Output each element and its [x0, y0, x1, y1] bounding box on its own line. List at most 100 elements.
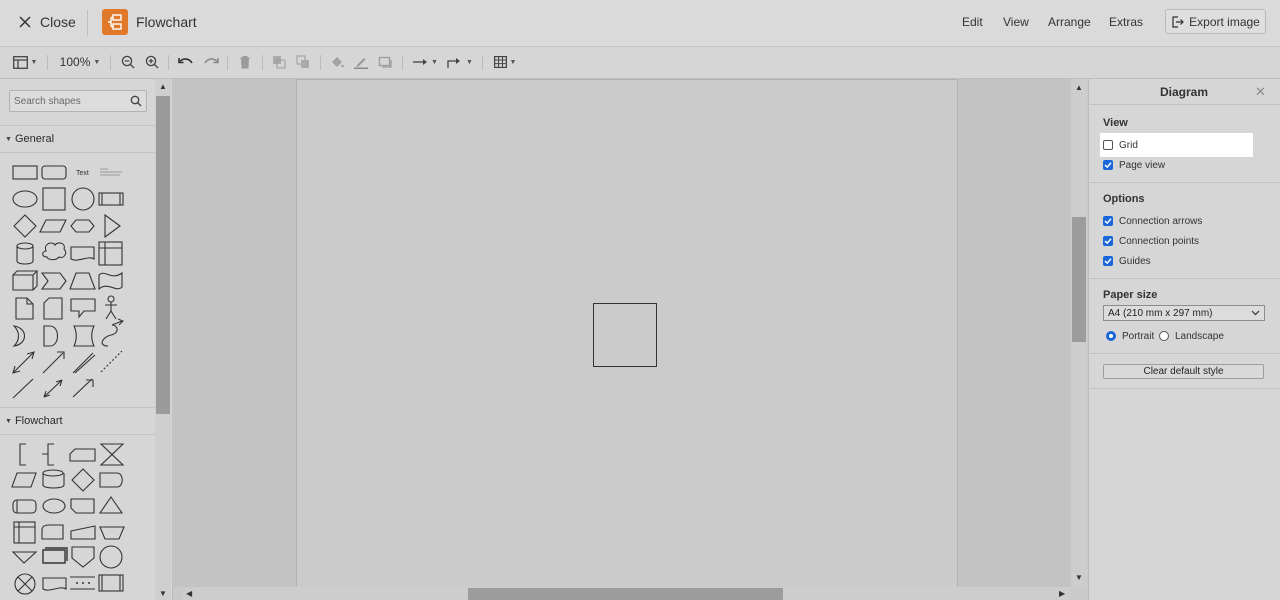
chevron-down-icon: ▼ — [509, 58, 517, 66]
paper-size-heading: Paper size — [1103, 289, 1158, 301]
export-icon — [1172, 15, 1184, 28]
zoom-in-icon — [145, 55, 159, 69]
undo-icon — [178, 58, 193, 64]
to-back-button[interactable] — [295, 52, 311, 72]
zoom-out-icon — [121, 55, 135, 69]
zoom-in-button[interactable] — [144, 52, 160, 72]
fill-color-button[interactable] — [329, 52, 345, 72]
connection-icon — [413, 59, 428, 65]
toolbar-divider — [262, 55, 263, 70]
page-view-label: Page view — [1119, 159, 1166, 171]
canvas-vertical-scrollbar-thumb[interactable] — [1072, 217, 1086, 342]
scroll-right-arrow-icon[interactable]: ▶ — [1059, 589, 1065, 598]
portrait-radio-row[interactable]: Portrait — [1106, 328, 1154, 344]
grid-label: Grid — [1119, 139, 1138, 151]
close-icon — [19, 16, 31, 28]
grid-checkbox[interactable] — [1103, 140, 1113, 150]
checkmark-icon — [1104, 258, 1112, 265]
export-image-button[interactable]: Export image — [1165, 9, 1266, 34]
connection-points-label: Connection points — [1119, 235, 1200, 247]
table-button[interactable]: ▼ — [491, 52, 519, 72]
text-shape-label[interactable]: Text — [76, 170, 89, 177]
line-color-icon — [354, 58, 368, 69]
page-view-checkbox-row[interactable]: Page view — [1103, 157, 1165, 173]
scroll-down-arrow-icon[interactable]: ▼ — [1075, 573, 1083, 582]
connection-points-checkbox-row[interactable]: Connection points — [1103, 233, 1199, 249]
shadow-button[interactable] — [377, 52, 393, 72]
chevron-down-icon — [1251, 310, 1260, 316]
collapse-triangle-icon: ▼ — [5, 417, 12, 425]
shadow-icon — [378, 56, 392, 68]
options-heading: Options — [1103, 193, 1145, 205]
menu-extras[interactable]: Extras — [1109, 15, 1143, 29]
landscape-radio-row[interactable]: Landscape — [1159, 328, 1224, 344]
toolbar-divider — [402, 55, 403, 70]
format-panel-toggle[interactable]: ▼ — [10, 52, 40, 72]
section-general-header[interactable]: ▼ General — [0, 125, 155, 153]
format-panel-title: Diagram — [1159, 85, 1209, 99]
section-flowchart-header[interactable]: ▼ Flowchart — [0, 407, 155, 435]
canvas-horizontal-scrollbar-thumb[interactable] — [468, 588, 783, 600]
rectangle-shape[interactable] — [593, 303, 657, 367]
checkmark-icon — [1104, 218, 1112, 225]
panel-divider — [1088, 278, 1280, 279]
menu-view[interactable]: View — [1003, 15, 1029, 29]
to-front-button[interactable] — [271, 52, 287, 72]
zoom-dropdown[interactable]: 100% ▼ — [58, 52, 102, 72]
redo-button[interactable] — [202, 52, 220, 72]
menu-arrange[interactable]: Arrange — [1048, 15, 1091, 29]
landscape-radio[interactable] — [1159, 331, 1169, 341]
scroll-up-arrow-icon[interactable]: ▲ — [1075, 83, 1083, 92]
portrait-radio[interactable] — [1106, 331, 1116, 341]
zoom-out-button[interactable] — [120, 52, 136, 72]
format-panel-icon — [12, 55, 28, 69]
line-color-button[interactable] — [353, 52, 369, 72]
to-back-icon — [296, 55, 309, 68]
chevron-down-icon: ▼ — [93, 58, 101, 66]
section-title: General — [14, 133, 55, 145]
chevron-down-icon: ▼ — [431, 58, 438, 66]
view-heading: View — [1103, 117, 1128, 129]
connection-arrows-checkbox-row[interactable]: Connection arrows — [1103, 213, 1202, 229]
search-icon[interactable] — [130, 95, 142, 107]
svg-text:Text: Text — [76, 170, 89, 177]
delete-button[interactable] — [237, 52, 253, 72]
scroll-left-arrow-icon[interactable]: ◀ — [186, 589, 192, 598]
toolbar-divider — [320, 55, 321, 70]
general-shapes-palette[interactable]: Text — [8, 159, 128, 401]
chevron-down-icon: ▼ — [466, 58, 473, 66]
waypoints-icon — [447, 57, 461, 68]
search-input[interactable] — [10, 91, 128, 112]
toolbar-divider — [227, 55, 228, 70]
toolbar-divider — [168, 55, 169, 70]
header-divider — [87, 10, 88, 36]
delete-icon — [240, 56, 250, 69]
guides-checkbox[interactable] — [1103, 256, 1113, 266]
waypoints-button[interactable]: ▼ — [446, 52, 474, 72]
sidebar-scrollbar-thumb[interactable] — [156, 96, 170, 414]
to-front-icon — [273, 56, 286, 69]
connection-points-checkbox[interactable] — [1103, 236, 1113, 246]
scroll-down-arrow-icon[interactable]: ▼ — [159, 589, 167, 598]
paper-size-value: A4 (210 mm x 297 mm) — [1108, 307, 1213, 319]
undo-button[interactable] — [177, 52, 195, 72]
close-button[interactable]: Close — [18, 10, 76, 34]
connection-style-button[interactable]: ▼ — [411, 52, 439, 72]
flowchart-shapes-palette[interactable] — [8, 441, 128, 600]
menu-edit[interactable]: Edit — [962, 15, 983, 29]
flowchart-logo-icon — [102, 9, 128, 35]
scroll-up-arrow-icon[interactable]: ▲ — [159, 82, 167, 91]
connection-arrows-label: Connection arrows — [1119, 215, 1203, 227]
shape-search-box[interactable] — [9, 90, 147, 112]
grid-checkbox-row[interactable]: Grid — [1103, 137, 1138, 153]
paper-size-select[interactable]: A4 (210 mm x 297 mm) — [1103, 305, 1265, 321]
connection-arrows-checkbox[interactable] — [1103, 216, 1113, 226]
clear-default-style-button[interactable]: Clear default style — [1103, 364, 1264, 379]
checkmark-icon — [1104, 162, 1112, 169]
chevron-down-icon: ▼ — [30, 58, 38, 66]
guides-checkbox-row[interactable]: Guides — [1103, 253, 1151, 269]
close-icon[interactable]: ✕ — [1255, 84, 1266, 100]
page-view-checkbox[interactable] — [1103, 160, 1113, 170]
portrait-label: Portrait — [1122, 330, 1155, 342]
guides-label: Guides — [1119, 255, 1151, 267]
